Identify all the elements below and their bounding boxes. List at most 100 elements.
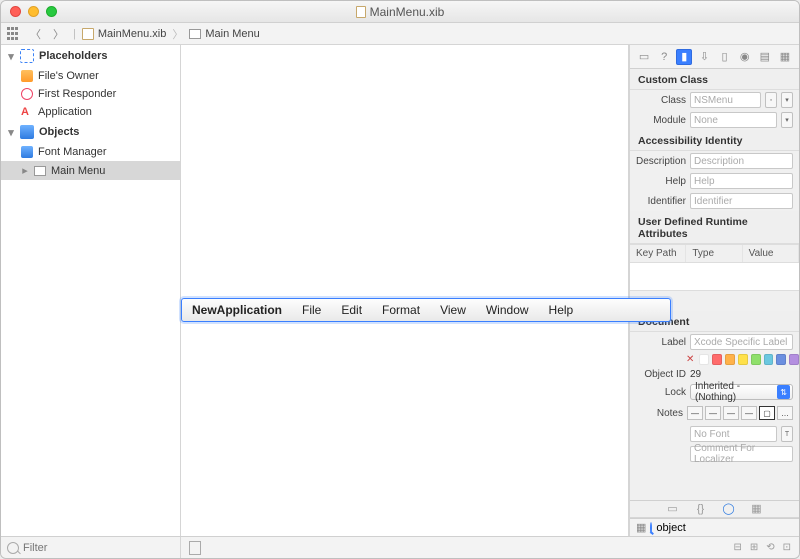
- nav-forward-button[interactable]: 〉: [50, 26, 67, 42]
- tab-quick-help[interactable]: ?: [656, 49, 672, 65]
- menu-item-window[interactable]: Window: [476, 303, 539, 317]
- document-outline[interactable]: ▾ Placeholders File's Owner First Respon…: [1, 45, 181, 536]
- swatch[interactable]: [712, 354, 722, 365]
- jumpbar-file[interactable]: MainMenu.xib: [82, 28, 166, 40]
- class-field[interactable]: NSMenu: [690, 92, 761, 108]
- bottom-bar: ⊟ ⊞ ⟲ ⊡: [1, 536, 799, 558]
- tab-media-library[interactable]: ▦: [750, 502, 764, 516]
- swatch[interactable]: [751, 354, 761, 365]
- tab-bindings-inspector[interactable]: ▤: [757, 49, 773, 65]
- chevron-down-icon[interactable]: ▾: [7, 126, 15, 139]
- class-dropdown-button[interactable]: ▾: [781, 92, 793, 108]
- col-value: Value: [743, 245, 799, 262]
- filter-icon: [7, 542, 19, 554]
- zoom-icon[interactable]: [46, 6, 57, 17]
- menu-item-app[interactable]: NewApplication: [182, 303, 292, 317]
- canvas[interactable]: NewApplication File Edit Format View Win…: [181, 45, 629, 536]
- swatch[interactable]: [776, 354, 786, 365]
- nav-back-button[interactable]: 〈: [27, 26, 44, 42]
- close-icon[interactable]: [10, 6, 21, 17]
- xcode-window: MainMenu.xib 〈 〉 | MainMenu.xib 〉 Main M…: [0, 0, 800, 559]
- objects-header[interactable]: ▾ Objects: [1, 121, 180, 143]
- notes-color-button[interactable]: ▢: [759, 406, 775, 420]
- object-icon: [21, 146, 33, 158]
- chevron-right-icon[interactable]: ▸: [21, 164, 29, 177]
- jumpbar-item[interactable]: Main Menu: [189, 28, 259, 40]
- outline-item-files-owner[interactable]: File's Owner: [1, 67, 180, 85]
- notes-label: Notes: [636, 408, 683, 419]
- outline-filter-bar: [1, 537, 181, 558]
- swatch[interactable]: [738, 354, 748, 365]
- notes-bold-button[interactable]: —: [687, 406, 703, 420]
- runtime-attrs-body[interactable]: [630, 263, 799, 291]
- doc-label-field[interactable]: Xcode Specific Label: [690, 334, 793, 350]
- tab-connections-inspector[interactable]: ◉: [737, 49, 753, 65]
- menu-item-file[interactable]: File: [292, 303, 331, 317]
- class-label: Class: [636, 95, 686, 106]
- swatch[interactable]: [764, 354, 774, 365]
- module-dropdown-button[interactable]: ▾: [781, 112, 793, 128]
- swatch[interactable]: [789, 354, 799, 365]
- outline-item-first-responder[interactable]: First Responder: [1, 85, 180, 103]
- font-field[interactable]: No Font: [690, 426, 777, 442]
- menu-item-help[interactable]: Help: [539, 303, 584, 317]
- notes-underline-button[interactable]: —: [723, 406, 739, 420]
- menu-item-view[interactable]: View: [430, 303, 476, 317]
- objects-label: Objects: [39, 126, 79, 138]
- tab-attributes-inspector[interactable]: ⇩: [696, 49, 712, 65]
- tab-object-library[interactable]: ◯: [722, 502, 736, 516]
- acc-id-label: Identifier: [636, 196, 686, 207]
- inspector-tabs: ▭ ? ▮ ⇩ ▯ ◉ ▤ ▦: [630, 45, 799, 69]
- pin-button[interactable]: ⊞: [750, 542, 758, 553]
- outline-item-font-manager[interactable]: Font Manager: [1, 143, 180, 161]
- xib-file-icon: [356, 6, 366, 18]
- chevron-down-icon[interactable]: ▾: [7, 50, 15, 63]
- window-title: MainMenu.xib: [1, 5, 799, 19]
- grid-view-icon[interactable]: ▦: [636, 521, 646, 534]
- acc-id-field[interactable]: Identifier: [690, 193, 793, 209]
- align-button[interactable]: ⊟: [733, 542, 741, 553]
- module-field[interactable]: None: [690, 112, 777, 128]
- swatch[interactable]: [699, 354, 709, 365]
- swatch[interactable]: [725, 354, 735, 365]
- font-picker-button[interactable]: T: [781, 426, 793, 442]
- resizing-button[interactable]: ⊡: [783, 542, 791, 553]
- outline-item-application[interactable]: Application: [1, 103, 180, 121]
- custom-class-header: Custom Class: [630, 69, 799, 90]
- tab-file-templates[interactable]: ▭: [666, 502, 680, 516]
- menu-item-format[interactable]: Format: [372, 303, 430, 317]
- clear-label-icon[interactable]: ✕: [686, 354, 694, 365]
- toggle-outline-button[interactable]: [189, 541, 201, 555]
- tab-code-snippets[interactable]: {}: [694, 502, 708, 516]
- lock-label: Lock: [636, 387, 686, 398]
- tab-effects-inspector[interactable]: ▦: [777, 49, 793, 65]
- localizer-comment-field[interactable]: Comment For Localizer: [690, 446, 793, 462]
- notes-align-button[interactable]: —: [741, 406, 757, 420]
- accessibility-header: Accessibility Identity: [630, 130, 799, 151]
- first-responder-icon: [21, 88, 33, 100]
- library-search-input[interactable]: [656, 522, 798, 534]
- minimize-icon[interactable]: [28, 6, 39, 17]
- class-stepper[interactable]: ◦: [765, 92, 777, 108]
- resolve-issues-button[interactable]: ⟲: [766, 542, 774, 553]
- lock-combo[interactable]: Inherited - (Nothing)⇅: [690, 384, 793, 400]
- module-label: Module: [636, 115, 686, 126]
- related-items-button[interactable]: [7, 27, 21, 41]
- tab-size-inspector[interactable]: ▯: [717, 49, 733, 65]
- acc-desc-field[interactable]: Description: [690, 153, 793, 169]
- acc-help-label: Help: [636, 176, 686, 187]
- runtime-attrs-table[interactable]: Key Path Type Value: [630, 244, 799, 263]
- placeholders-header[interactable]: ▾ Placeholders: [1, 45, 180, 67]
- notes-more-button[interactable]: …: [777, 406, 793, 420]
- main-menu-preview[interactable]: NewApplication File Edit Format View Win…: [181, 298, 671, 322]
- tab-file-inspector[interactable]: ▭: [636, 49, 652, 65]
- notes-italic-button[interactable]: —: [705, 406, 721, 420]
- outline-filter-input[interactable]: [23, 542, 174, 554]
- tab-identity-inspector[interactable]: ▮: [676, 49, 692, 65]
- objectid-label: Object ID: [636, 369, 686, 380]
- search-icon: [650, 522, 652, 534]
- col-keypath: Key Path: [630, 245, 686, 262]
- outline-item-main-menu[interactable]: ▸Main Menu: [1, 161, 180, 180]
- acc-help-field[interactable]: Help: [690, 173, 793, 189]
- menu-item-edit[interactable]: Edit: [331, 303, 372, 317]
